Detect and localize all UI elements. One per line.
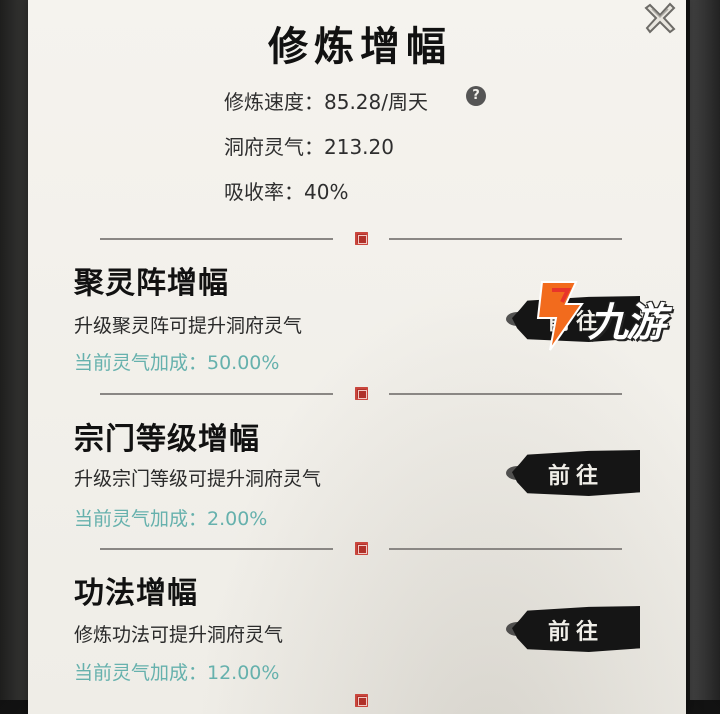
site-watermark: 九游 [532,280,692,351]
section-bonus-technique: 当前灵气加成：12.00% [74,662,280,684]
divider-line [389,238,622,240]
section-bonus-array: 当前灵气加成：50.00% [74,352,280,374]
cultivation-speed-row: 修炼速度：85.28/周天 [224,86,428,115]
background-right [690,0,720,700]
section-title-array: 聚灵阵增幅 [74,266,229,301]
go-button-label: 前往 [547,619,604,645]
absorb-rate-row: 吸收率：40% [224,176,348,205]
lightning-logo-icon [536,281,584,351]
section-desc-array: 升级聚灵阵可提升洞府灵气 [74,315,303,337]
red-seal-icon [355,232,368,245]
watermark-text: 九游 [588,300,666,346]
divider-line [100,548,333,550]
section-divider [100,694,622,708]
absorb-rate-label: 吸收率： [224,180,304,204]
section-divider [100,542,622,556]
section-title-sect: 宗门等级增幅 [74,422,260,457]
section-divider [100,387,622,401]
section-bonus-sect: 当前灵气加成：2.00% [74,508,268,530]
divider-line [389,548,622,550]
red-seal-icon [355,542,368,555]
absorb-rate-value: 40% [304,180,349,204]
divider-line [100,238,333,240]
cave-aura-label: 洞府灵气： [224,135,324,159]
section-title-technique: 功法增幅 [74,576,198,611]
divider-line [389,393,622,395]
go-button-sect[interactable]: 前往 [506,450,640,496]
go-button-label: 前往 [547,463,604,489]
red-seal-icon [355,694,368,707]
red-seal-icon [355,387,368,400]
cave-aura-row: 洞府灵气：213.20 [224,131,394,160]
cave-aura-value: 213.20 [324,135,394,159]
section-desc-technique: 修炼功法可提升洞府灵气 [74,624,284,646]
go-button-technique[interactable]: 前往 [506,606,640,652]
question-mark-icon[interactable]: ? [466,86,486,106]
cultivation-speed-value: 85.28/周天 [324,90,428,114]
cultivation-speed-label: 修炼速度： [224,90,324,114]
dialog-title: 修炼增幅 [268,23,452,70]
divider-line [100,393,333,395]
section-divider [100,232,622,246]
background-left [0,0,30,700]
section-desc-sect: 升级宗门等级可提升洞府灵气 [74,468,322,490]
